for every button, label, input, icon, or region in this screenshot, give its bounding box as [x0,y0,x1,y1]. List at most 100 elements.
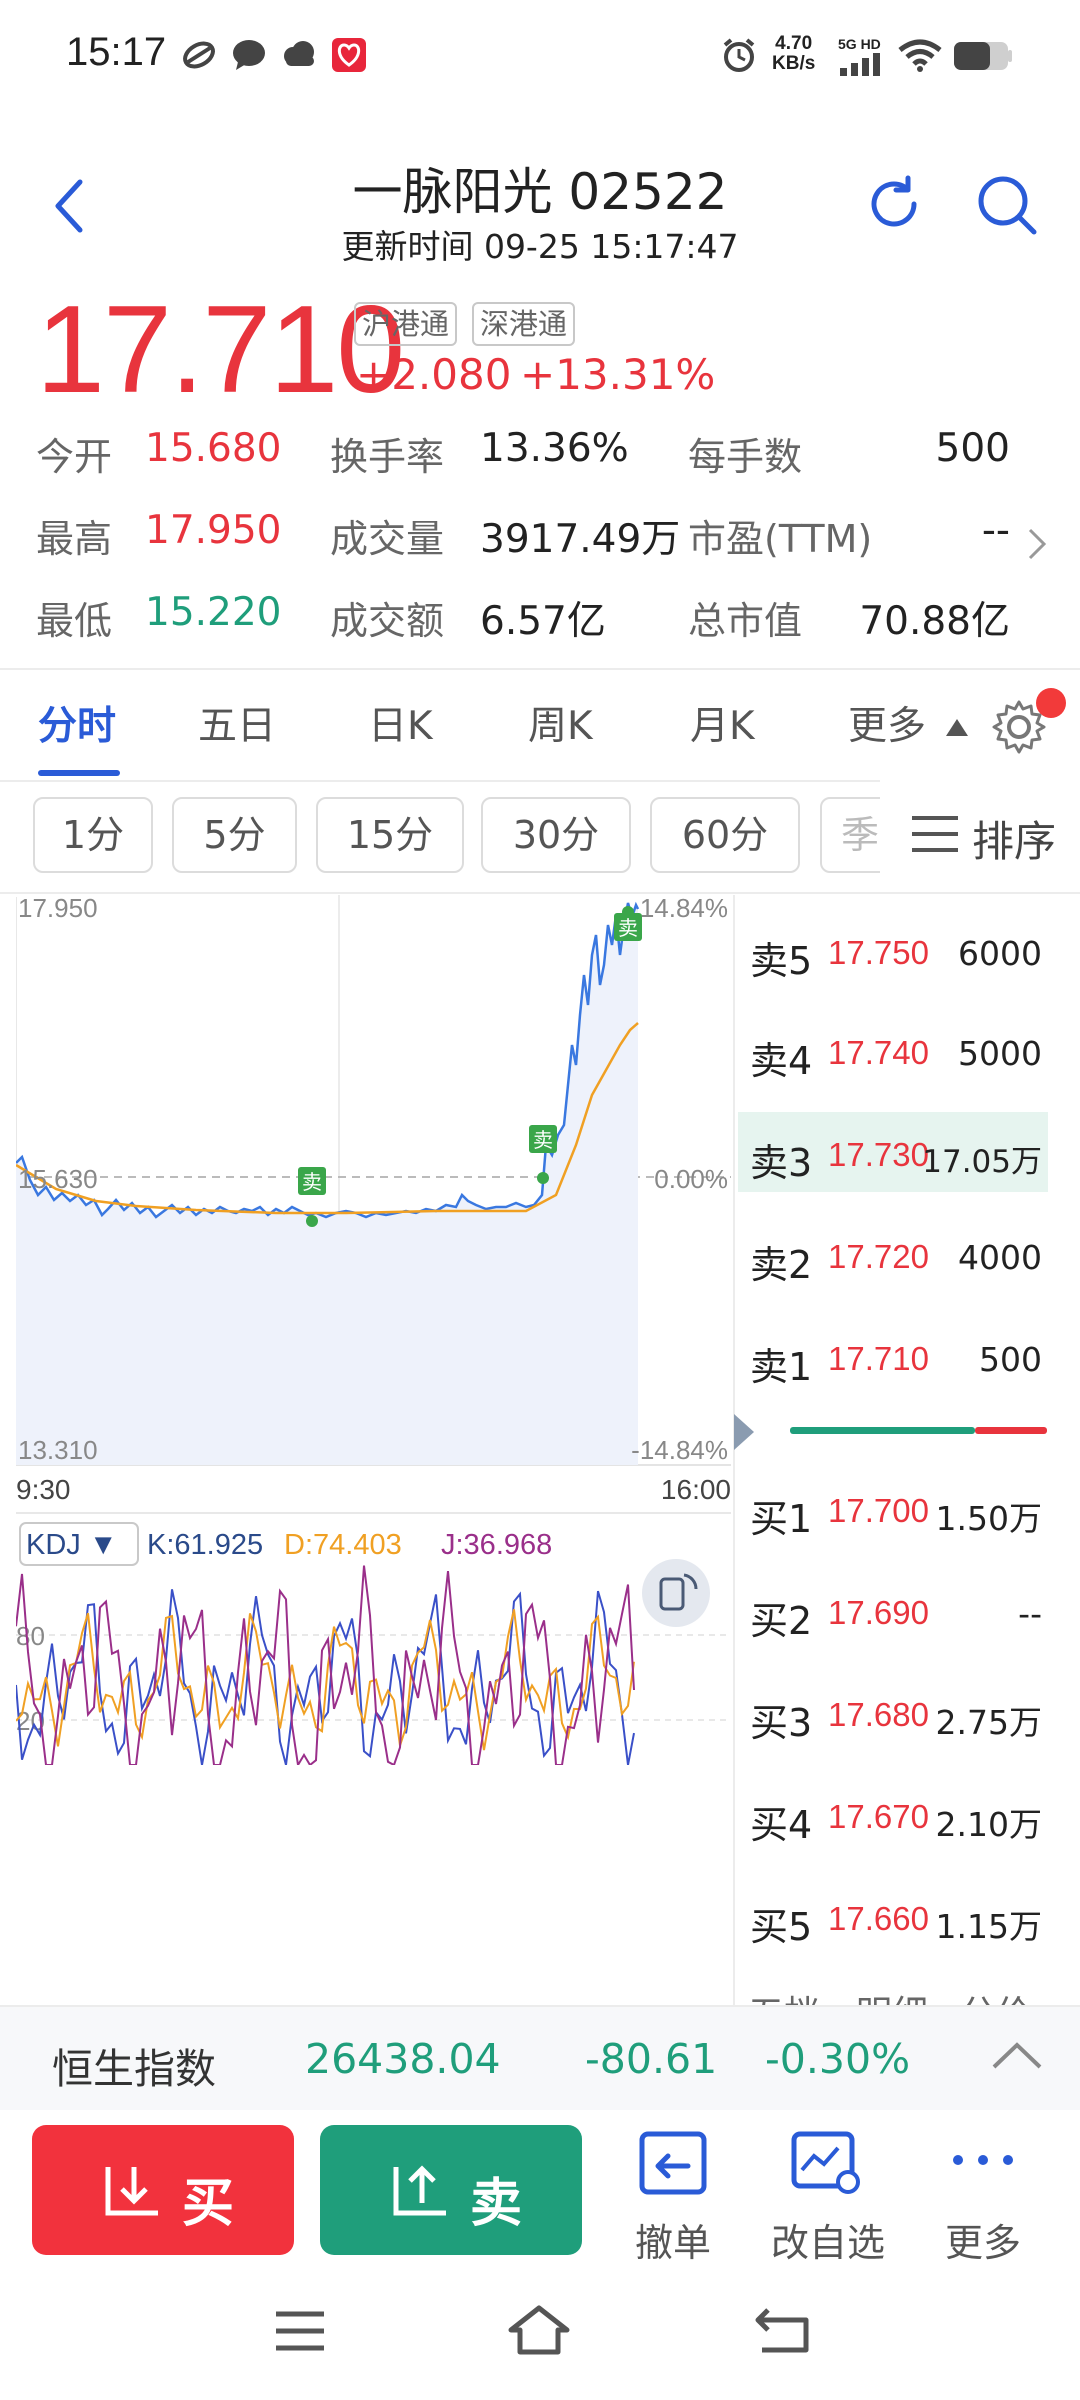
kdj-selector: KDJ ▼ [26,1529,118,1561]
bid-level-label: 买2 [750,1599,813,1643]
y-axis-low: 13.310 [18,1435,98,1465]
stat-value: 3917.49万 [480,517,681,562]
intraday-chart[interactable]: 卖卖卖 17.950 15.630 13.310 14.84% 0.00% -14.84% 9… [15,893,731,1768]
ask-volume: 5000 [958,1034,1042,1073]
ask-row[interactable]: 卖4 17.740 5000 [738,1010,1048,1090]
bid-row[interactable]: 买4 17.670 2.10万 [738,1774,1048,1854]
bid-level-label: 买5 [750,1905,813,1949]
stat-value: 15.680 [145,426,282,471]
bid-level-label: 买4 [750,1803,813,1847]
index-bar[interactable]: 恒生指数 26438.04 -80.61 -0.30% [0,2005,1080,2110]
alarm-icon [723,38,755,72]
interval-chip[interactable]: 15分 [316,797,464,873]
buy-button[interactable]: 买 [32,2125,294,2255]
ask-price: 17.730 [828,1136,929,1173]
stat-value: 70.88亿 [859,599,1010,644]
cancel-order-icon[interactable] [638,2130,708,2196]
ask-volume: 17.05万 [922,1144,1042,1180]
search-icon[interactable] [974,172,1040,238]
trade-dot [306,1215,318,1227]
ask-row[interactable]: 卖3 17.730 17.05万 [738,1112,1048,1192]
bid-volume: -- [1018,1594,1042,1633]
pct-axis-low: -14.84% [631,1435,728,1465]
edit-watchlist-label[interactable]: 改自选 [758,2212,898,2267]
stat-value: -- [981,508,1010,553]
bid-level-label: 买3 [750,1701,813,1745]
stat-label: 最低 [36,599,113,643]
sell-marker-label: 卖 [618,917,638,940]
cloud-icon [284,41,314,66]
sell-arrow-icon [393,2165,446,2216]
chevron-up-icon[interactable] [990,2039,1044,2073]
menu-nav-icon[interactable] [272,2308,328,2354]
ask-level-label: 卖3 [750,1141,813,1185]
status-bar: 15:17 4.70 KB/s 5G HD [0,0,1080,120]
x-axis-start: 9:30 [16,1474,71,1505]
tab-period[interactable]: 五日 [198,695,276,751]
bid-price: 17.670 [828,1798,929,1835]
stat-value: 17.950 [145,508,282,553]
stat-value: 500 [935,426,1010,471]
ask-row[interactable]: 卖5 17.750 6000 [738,910,1048,990]
more-dots-icon[interactable] [950,2150,1016,2170]
tab-period[interactable]: 月K [690,695,755,751]
chevron-right-icon[interactable] [1026,526,1048,562]
y-axis-mid: 15.630 [18,1164,98,1194]
orderbook-tab[interactable]: 明细 [856,1985,928,2005]
ask-row[interactable]: 卖1 17.710 500 [738,1316,1048,1396]
interval-chip[interactable]: 60分 [650,797,800,873]
bid-row[interactable]: 买3 17.680 2.75万 [738,1672,1048,1752]
ask-volume: 6000 [958,934,1042,973]
system-nav-bar [0,2290,1080,2400]
sell-button[interactable]: 卖 [320,2125,582,2255]
ask-level-label: 卖5 [750,939,813,983]
ask-price: 17.720 [828,1238,929,1275]
stock-header: 一脉阳光 02522 更新时间 09-25 15:17:47 [0,140,1080,270]
message-icon [233,40,265,70]
tab-period[interactable]: 分时 [38,695,116,751]
x-axis-end: 16:00 [661,1474,731,1505]
bid-row[interactable]: 买5 17.660 1.15万 [738,1876,1048,1956]
stat-label: 成交量 [330,517,445,561]
interval-chip[interactable]: 1分 [33,797,153,873]
status-time: 15:17 [66,30,167,74]
sort-area[interactable]: 排序 [880,780,1080,890]
bid-row[interactable]: 买2 17.690 -- [738,1570,1048,1650]
pct-axis-mid: 0.00% [654,1164,728,1194]
tab-period[interactable]: 日K [368,695,433,751]
caret-up-icon[interactable] [944,716,970,738]
notification-dot [1036,688,1066,718]
app-status-icon [183,41,215,69]
sell-marker-label: 卖 [533,1129,553,1152]
interval-chip[interactable]: 30分 [481,797,631,873]
edit-watchlist-icon[interactable] [790,2130,864,2196]
orderbook-tab[interactable]: 五档 [748,1985,820,2005]
stat-label: 换手率 [330,435,445,479]
ask-row[interactable]: 卖2 17.720 4000 [738,1214,1048,1294]
price-change-pct: +13.31% [520,350,716,399]
interval-chip[interactable]: 5分 [172,797,297,873]
expand-arrow-icon[interactable] [732,1412,756,1452]
home-icon[interactable] [506,2302,572,2358]
tab-period[interactable]: 更多 [848,695,926,751]
cancel-order-label[interactable]: 撤单 [603,2212,743,2267]
wifi-icon [898,39,942,72]
tab-period[interactable]: 周K [528,695,593,751]
index-name: 恒生指数 [52,2045,216,2093]
more-label[interactable]: 更多 [913,2212,1053,2267]
stat-value: 13.36% [480,426,629,471]
ask-price: 17.750 [828,934,929,971]
bid-volume: 1.15万 [935,1907,1042,1946]
stat-value: 15.220 [145,590,282,635]
sell-marker-label: 卖 [302,1171,322,1194]
bid-price: 17.690 [828,1594,929,1631]
ask-level-label: 卖4 [750,1039,813,1083]
orderbook-tab[interactable]: 分价 [960,1985,1032,2005]
stat-label: 成交额 [330,599,445,643]
bid-row[interactable]: 买1 17.700 1.50万 [738,1468,1048,1548]
stat-label: 最高 [36,517,113,561]
back-nav-icon[interactable] [752,2304,812,2356]
refresh-icon[interactable] [862,172,926,236]
index-change-pct: -0.30% [765,2035,911,2083]
bid-volume: 2.75万 [935,1703,1042,1742]
